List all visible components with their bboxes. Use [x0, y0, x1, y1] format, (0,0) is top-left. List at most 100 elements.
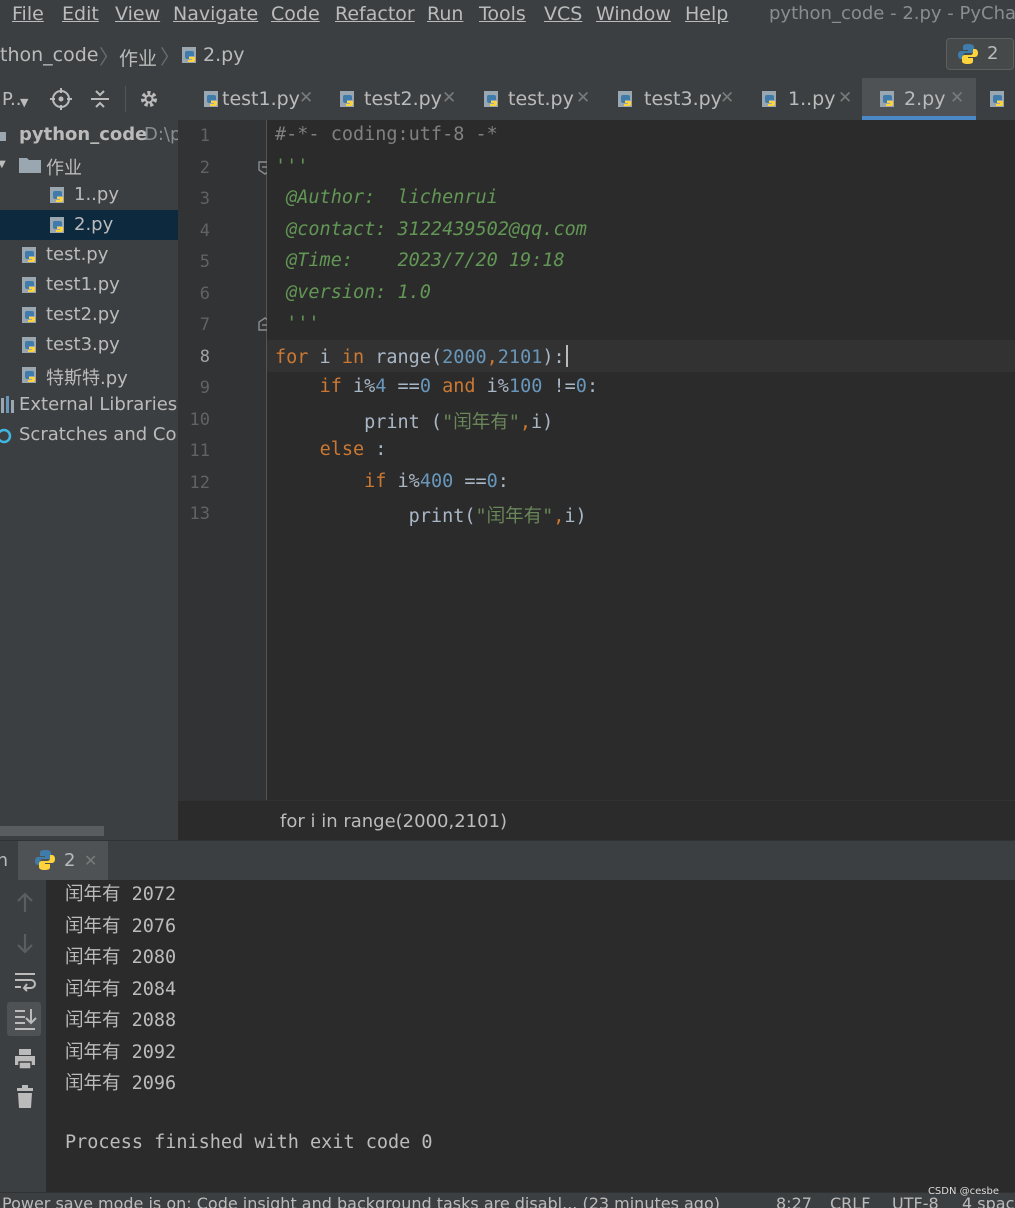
console-line: 闰年有 2096 [65, 1073, 177, 1094]
run-toolbar [0, 880, 46, 1192]
close-icon[interactable]: ✕ [576, 88, 590, 108]
status-bar: Power save mode is on: Code insight and … [0, 1192, 1015, 1208]
tree-item-label: 特斯特.py [46, 368, 128, 389]
menu-run[interactable]: Run [427, 3, 463, 25]
arrow-down-icon[interactable] [12, 930, 38, 956]
tab-test1[interactable]: test1.py ✕ [186, 78, 322, 120]
menu-window[interactable]: Window [596, 3, 671, 25]
run-console-output[interactable]: 闰年有 2072 闰年有 2076 闰年有 2080 闰年有 2084 闰年有 … [46, 880, 1015, 1192]
console-line: 闰年有 2092 [65, 1042, 177, 1063]
tab-test[interactable]: test.py ✕ [474, 78, 598, 120]
scroll-to-end-icon[interactable] [12, 1006, 38, 1032]
run-tab[interactable]: 2 ✕ [18, 841, 108, 881]
python-file-icon[interactable] [988, 89, 1008, 109]
menu-help[interactable]: Help [685, 3, 728, 25]
line-separator[interactable]: CRLF [830, 1194, 870, 1208]
menu-bar: File Edit View Navigate Code Refactor Ru… [0, 0, 1015, 30]
tree-item-file[interactable]: test.py [0, 240, 178, 270]
print-icon[interactable] [12, 1046, 38, 1072]
tree-item-label: python_code [19, 124, 148, 145]
toolbar-divider [125, 86, 126, 112]
python-file-icon [20, 365, 40, 385]
tree-item-file[interactable]: test1.py [0, 270, 178, 300]
line-number-current: 8 [199, 347, 210, 367]
folder-icon [0, 128, 6, 142]
trash-icon[interactable] [12, 1084, 38, 1110]
code-line: for i in range(2000,2101): [275, 345, 568, 368]
python-file-icon [48, 185, 68, 205]
code-breadcrumb[interactable]: for i in range(2000,2101) [280, 811, 507, 832]
run-configuration-selector[interactable]: 2 [946, 38, 1014, 70]
tree-item-file-selected[interactable]: 2.py [0, 210, 178, 240]
tree-item-file[interactable]: 1..py [0, 180, 178, 210]
status-message[interactable]: Power save mode is on: Code insight and … [2, 1194, 720, 1208]
python-file-icon [760, 89, 780, 109]
tree-item-file[interactable]: test2.py [0, 300, 178, 330]
python-file-icon [20, 275, 40, 295]
watermark: CSDN @cesbe [927, 1186, 999, 1197]
line-number: 10 [189, 410, 210, 430]
line-number: 4 [199, 221, 210, 241]
python-icon [34, 849, 56, 871]
python-file-icon [20, 305, 40, 325]
run-panel-title: n: [0, 850, 8, 871]
breadcrumb-folder[interactable]: 作业 [119, 44, 157, 71]
tree-item-label: test.py [46, 244, 109, 265]
close-icon[interactable]: ✕ [720, 88, 734, 108]
menu-navigate[interactable]: Navigate [173, 3, 258, 25]
python-file-icon [48, 215, 68, 235]
code-line: if i%4 ==0 and i%100 !=0: [319, 376, 599, 397]
line-number: 6 [199, 284, 210, 304]
breadcrumb-project[interactable]: thon_code [0, 44, 98, 66]
tree-item-file[interactable]: test3.py [0, 330, 178, 360]
menu-vcs[interactable]: VCS [544, 3, 582, 25]
code-line: #-*- coding:utf-8 -* [275, 124, 498, 145]
scratches-icon [0, 428, 12, 444]
tree-item-folder[interactable]: ▼ 作业 [0, 150, 178, 180]
locate-icon[interactable] [50, 88, 72, 110]
close-icon[interactable]: ✕ [838, 88, 852, 108]
console-line: 闰年有 2072 [65, 884, 177, 905]
close-icon[interactable]: ✕ [84, 851, 97, 870]
tab-label: test.py [508, 88, 574, 110]
run-panel-header: n: 2 ✕ [0, 840, 1015, 881]
gear-icon[interactable] [138, 88, 160, 110]
menu-view[interactable]: View [115, 3, 160, 25]
code-line: @Time: 2023/7/20 19:18 [275, 250, 565, 271]
console-line: 闰年有 2088 [65, 1010, 177, 1031]
menu-edit[interactable]: Edit [62, 3, 99, 25]
console-line: 闰年有 2080 [65, 947, 177, 968]
tab-2-active[interactable]: 2.py ✕ [862, 78, 976, 120]
horizontal-scrollbar[interactable] [0, 826, 104, 836]
tab-label: test1.py [222, 88, 300, 110]
line-number: 13 [189, 504, 210, 524]
tree-item-external-libraries[interactable]: External Libraries [0, 390, 178, 420]
menu-tools[interactable]: Tools [479, 3, 526, 25]
menu-refactor[interactable]: Refactor [335, 3, 415, 25]
tab-test2[interactable]: test2.py ✕ [330, 78, 466, 120]
tree-item-root[interactable]: python_code D:\p [0, 120, 181, 150]
menu-code[interactable]: Code [271, 3, 320, 25]
editor-gutter: 1 2 3 4 5 6 7 8 9 10 11 12 13 [178, 120, 272, 800]
close-icon[interactable]: ✕ [950, 88, 964, 108]
close-icon[interactable]: ✕ [442, 88, 456, 108]
tab-1[interactable]: 1..py ✕ [752, 78, 860, 120]
breadcrumb-file[interactable]: 2.py [203, 44, 244, 66]
console-exit-line: Process finished with exit code 0 [65, 1132, 433, 1153]
code-line: print("闰年有",i) [275, 506, 587, 527]
arrow-up-icon[interactable] [12, 890, 38, 916]
console-line: 闰年有 2084 [65, 979, 177, 1000]
code-line: ''' [275, 156, 309, 177]
caret-position[interactable]: 8:27 [776, 1194, 812, 1208]
code-editor[interactable]: #-*- coding:utf-8 -* ''' @Author: lichen… [267, 120, 1015, 800]
menu-file[interactable]: File [12, 3, 44, 25]
project-toolbar: P... ▼ [0, 78, 178, 120]
line-number: 7 [199, 315, 210, 335]
tab-test3[interactable]: test3.py ✕ [608, 78, 744, 120]
tree-item-file[interactable]: 特斯特.py [0, 360, 178, 390]
collapse-all-icon[interactable] [89, 88, 111, 110]
close-icon[interactable]: ✕ [299, 88, 313, 108]
window-title: python_code - 2.py - PyChar [769, 3, 1015, 24]
soft-wrap-icon[interactable] [12, 968, 38, 994]
tree-item-scratches[interactable]: Scratches and Con [0, 420, 178, 450]
